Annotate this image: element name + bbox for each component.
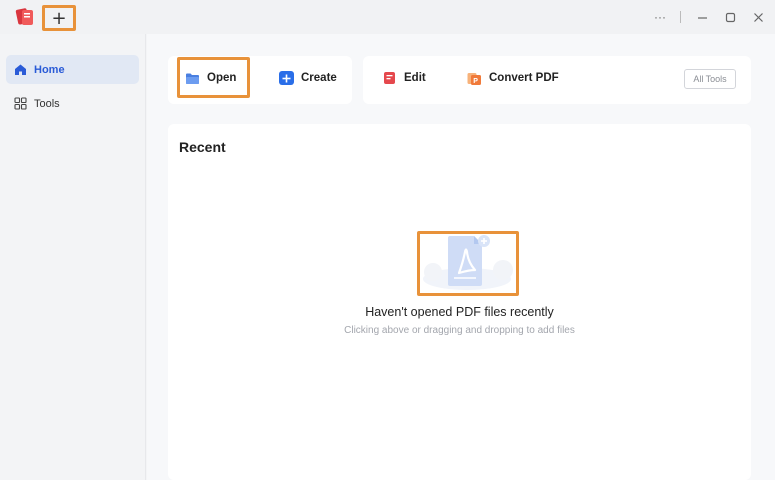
- convert-label: Convert PDF: [489, 72, 559, 84]
- create-label: Create: [301, 72, 337, 84]
- edit-button[interactable]: Edit: [382, 71, 426, 85]
- divider: [680, 11, 681, 23]
- recent-panel: Recent Haven't opened PDF files recently…: [168, 124, 751, 480]
- svg-text:P: P: [473, 78, 478, 85]
- empty-illustration-highlight: [417, 231, 519, 296]
- sidebar-item-tools[interactable]: Tools: [6, 89, 139, 118]
- recent-title: Recent: [179, 139, 226, 155]
- home-icon: [14, 63, 27, 76]
- title-bar: + ···: [0, 0, 775, 34]
- open-button-highlight: [177, 57, 250, 98]
- plus-square-icon: [279, 71, 294, 85]
- sidebar-item-label: Tools: [34, 97, 60, 110]
- sidebar: Home Tools: [0, 34, 146, 480]
- empty-state-subtitle: Clicking above or dragging and dropping …: [344, 325, 575, 336]
- window-controls: ···: [654, 6, 765, 28]
- convert-pdf-button[interactable]: P Convert PDF: [467, 71, 559, 85]
- minimize-icon[interactable]: [695, 10, 709, 24]
- plus-icon: +: [51, 7, 67, 29]
- close-icon[interactable]: [751, 10, 765, 24]
- grid-icon: [14, 97, 27, 110]
- all-tools-button[interactable]: All Tools: [684, 69, 736, 89]
- create-button[interactable]: Create: [279, 71, 337, 85]
- new-tab-button[interactable]: +: [42, 5, 76, 31]
- edit-label: Edit: [404, 72, 426, 84]
- sidebar-item-label: Home: [34, 63, 65, 76]
- convert-icon: P: [467, 71, 482, 85]
- empty-state-title: Haven't opened PDF files recently: [365, 305, 554, 319]
- maximize-icon[interactable]: [723, 10, 737, 24]
- sidebar-item-home[interactable]: Home: [6, 55, 139, 84]
- more-options-icon[interactable]: ···: [654, 10, 666, 24]
- edit-icon: [382, 71, 397, 85]
- app-logo-icon: [14, 7, 36, 27]
